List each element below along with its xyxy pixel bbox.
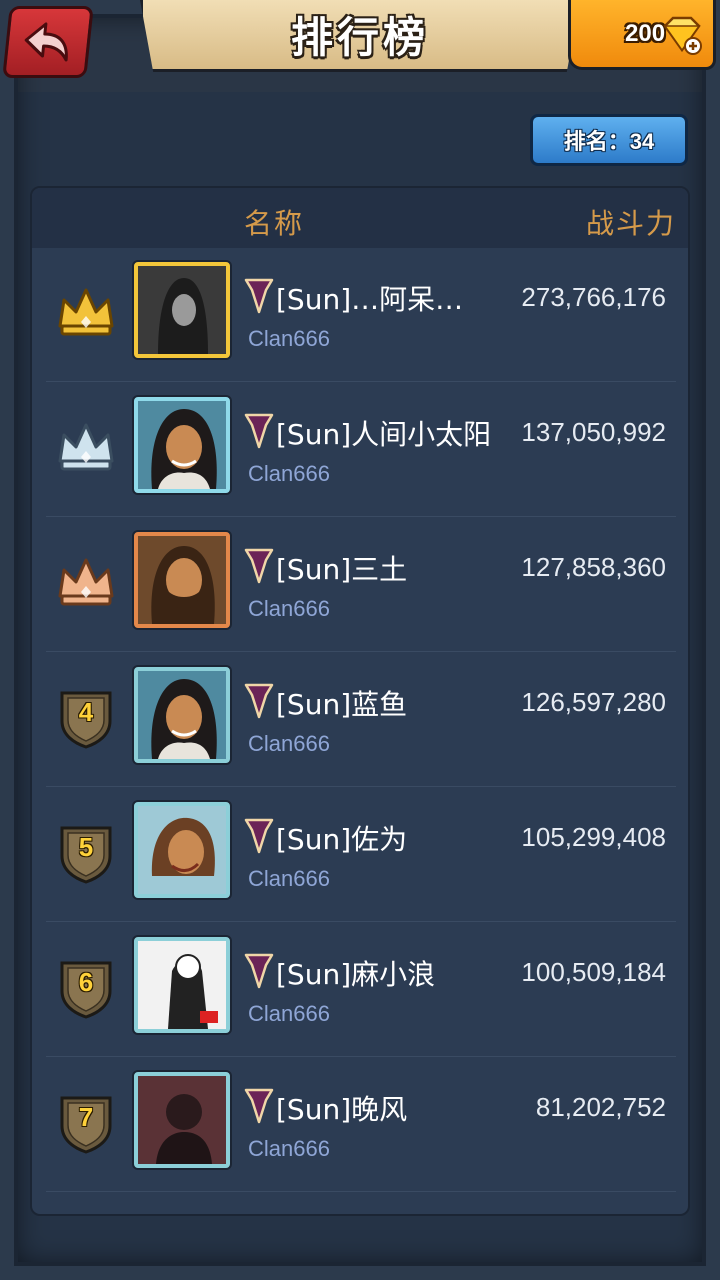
leaderboard-row[interactable]: [Sun]…阿呆… Clan666 273,766,176 xyxy=(46,248,676,382)
player-name: [Sun]…阿呆… xyxy=(276,283,464,316)
clan-banner-icon xyxy=(244,683,274,719)
rank-number: 7 xyxy=(78,1102,94,1132)
leaderboard-row[interactable]: 4 [Sun]蓝鱼 Clan666 126,597,280 xyxy=(46,653,676,787)
rank-number: 4 xyxy=(78,697,94,727)
combat-power: 105,299,408 xyxy=(521,822,666,852)
player-name: [Sun]佐为 xyxy=(276,823,408,856)
combat-power: 137,050,992 xyxy=(521,417,666,447)
clan-banner-icon xyxy=(244,953,274,989)
clan-banner-icon xyxy=(244,413,274,449)
back-arrow-icon xyxy=(24,22,68,62)
title-banner: 排行榜 xyxy=(140,0,580,72)
player-name: [Sun]麻小浪 xyxy=(276,958,436,991)
rank-shield-icon: 5 xyxy=(54,820,118,884)
clan-name: Clan666 xyxy=(248,461,330,486)
leaderboard-row[interactable]: 5 [Sun]佐为 Clan666 105,299,408 xyxy=(46,788,676,922)
clan-banner-icon xyxy=(244,818,274,854)
gem-purchase-button[interactable]: 200 xyxy=(568,0,716,70)
combat-power: 127,858,360 xyxy=(521,552,666,582)
rank-number: 5 xyxy=(78,832,94,862)
player-name: [Sun]蓝鱼 xyxy=(276,688,408,721)
combat-power: 126,597,280 xyxy=(521,687,666,717)
clan-banner-icon xyxy=(244,278,274,314)
sketch-avatar[interactable] xyxy=(134,937,230,1033)
combat-power: 273,766,176 xyxy=(521,282,666,312)
clan-banner-icon xyxy=(244,1088,274,1124)
clan-name: Clan666 xyxy=(248,731,330,756)
player-name: [Sun]人间小太阳 xyxy=(276,418,492,451)
clan-name: Clan666 xyxy=(248,326,330,351)
clan-name: Clan666 xyxy=(248,1136,330,1161)
leaderboard-row[interactable]: 7 [Sun]晚风 Clan666 81,202,752 xyxy=(46,1058,676,1192)
combat-power: 81,202,752 xyxy=(535,1092,666,1122)
rank-number: 6 xyxy=(78,967,94,997)
leaderboard-header: 名称 战斗力 xyxy=(32,188,688,248)
column-header-power: 战斗力 xyxy=(585,207,676,240)
rank-shield-icon: 6 xyxy=(54,955,118,1019)
column-header-name: 名称 xyxy=(244,207,305,240)
combat-power: 100,509,184 xyxy=(521,957,666,987)
hero-avatar[interactable] xyxy=(134,667,230,763)
hooded-figure-avatar[interactable] xyxy=(134,262,230,358)
clan-banner-icon xyxy=(244,548,274,584)
gem-count: 200 xyxy=(625,19,666,47)
hero-avatar[interactable] xyxy=(134,397,230,493)
bronze-crown-icon xyxy=(54,550,118,614)
leaderboard-row[interactable]: 6 [Sun]麻小浪 Clan666 100,509,184 xyxy=(46,923,676,1057)
rank-shield-icon: 7 xyxy=(54,1090,118,1154)
player-name: [Sun]晚风 xyxy=(276,1093,408,1126)
back-button[interactable] xyxy=(2,6,94,78)
rank-shield-icon: 4 xyxy=(54,685,118,749)
bearded-hero-avatar[interactable] xyxy=(134,532,230,628)
gold-crown-icon xyxy=(54,280,118,344)
my-rank-badge: 排名：34 xyxy=(530,114,688,166)
player-name: [Sun]三土 xyxy=(276,553,408,586)
clan-name: Clan666 xyxy=(248,1001,330,1026)
heroine-avatar[interactable] xyxy=(134,802,230,898)
page-title: 排行榜 xyxy=(290,13,429,62)
clan-name: Clan666 xyxy=(248,866,330,891)
leaderboard-row[interactable]: [Sun]三土 Clan666 127,858,360 xyxy=(46,518,676,652)
clan-name: Clan666 xyxy=(248,596,330,621)
leaderboard-row[interactable]: [Sun]人间小太阳 Clan666 137,050,992 xyxy=(46,383,676,517)
leaderboard-panel[interactable]: 名称 战斗力 [Sun]…阿呆… Clan666 273,766,176 [Sun]人… xyxy=(30,186,690,1216)
photo-avatar[interactable] xyxy=(134,1072,230,1168)
silver-crown-icon xyxy=(54,415,118,479)
diamond-plus-icon xyxy=(663,16,702,55)
my-rank-label: 排名：34 xyxy=(563,129,655,154)
